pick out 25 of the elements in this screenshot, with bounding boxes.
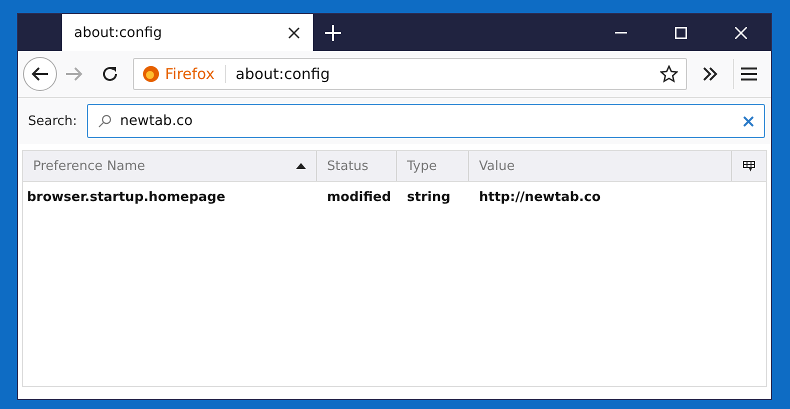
column-picker-icon[interactable] <box>743 160 755 172</box>
table-cell-text: modified <box>326 190 392 204</box>
browser-logo <box>142 65 160 83</box>
address-bar[interactable]: Firefox about:config <box>133 58 687 90</box>
column-header[interactable]: Value <box>469 151 732 181</box>
table-cell-text: browser.startup.homepage <box>26 190 226 204</box>
column-header[interactable]: Preference Name <box>23 151 317 181</box>
back-icon[interactable] <box>23 57 57 91</box>
browser-tab[interactable]: about:config <box>62 14 313 51</box>
search-icon <box>98 114 112 128</box>
star-icon[interactable] <box>660 65 678 83</box>
url-text: about:config <box>234 65 330 83</box>
clear-icon[interactable] <box>743 116 754 126</box>
search-label: Search: <box>28 114 78 128</box>
browser-brand: Firefox <box>165 65 226 83</box>
tab-title: about:config <box>74 24 162 40</box>
search-input[interactable]: newtab.co <box>120 113 735 129</box>
table-cell-text: http://newtab.co <box>478 190 602 204</box>
sort-ascending-icon <box>296 163 306 169</box>
search-field[interactable]: newtab.co <box>87 104 765 138</box>
reload-icon[interactable] <box>101 65 119 83</box>
column-header[interactable]: Status <box>317 151 397 181</box>
table-cell-text: string <box>406 190 452 204</box>
close-tab-icon[interactable] <box>287 26 301 40</box>
column-header[interactable]: Type <box>397 151 469 181</box>
